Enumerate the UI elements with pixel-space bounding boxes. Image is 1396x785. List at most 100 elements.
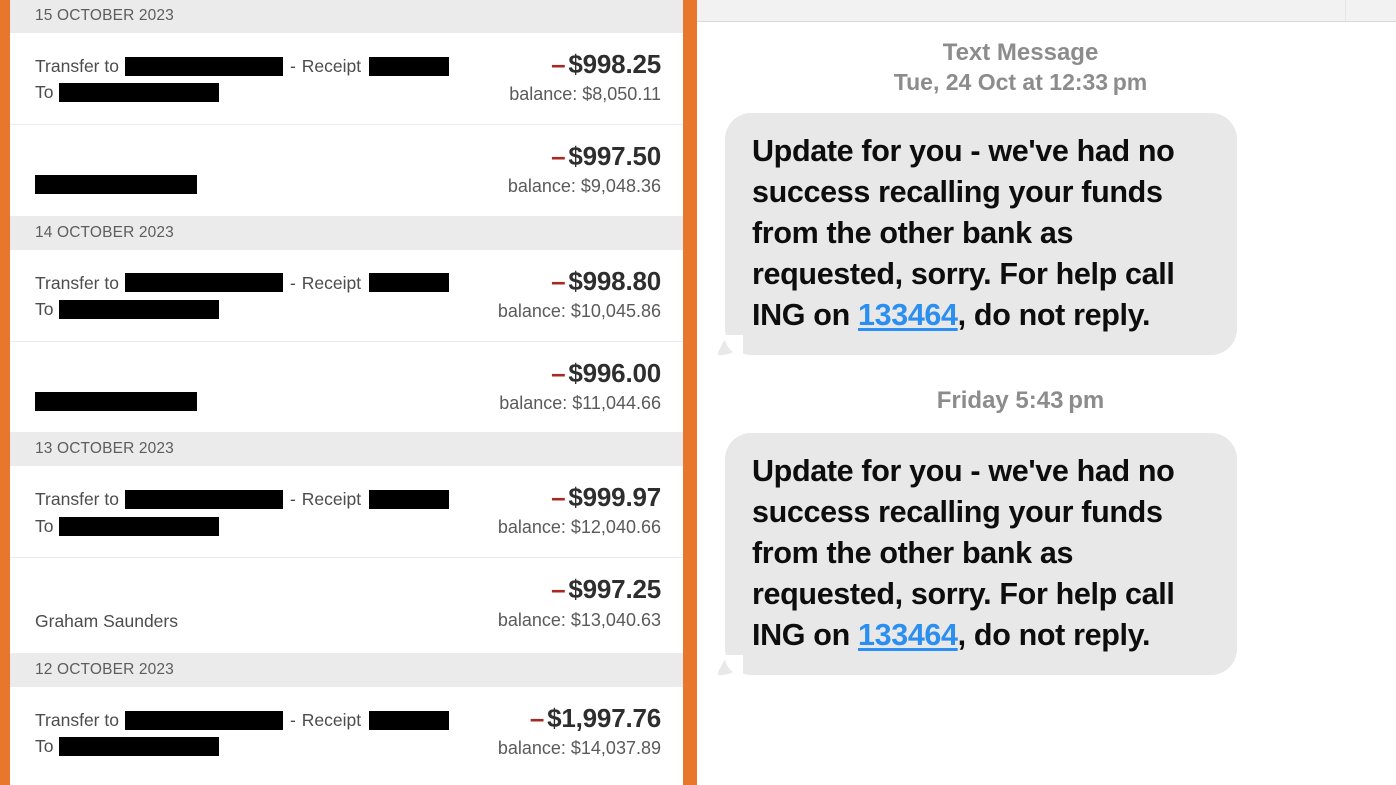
- to-label: To: [35, 82, 54, 103]
- amount-value: $998.25: [568, 48, 661, 79]
- minus-sign: –: [551, 48, 566, 79]
- message-text-after-link: , do not reply.: [957, 298, 1151, 333]
- transaction-amount: – $997.25: [498, 575, 661, 604]
- minus-sign: –: [551, 141, 566, 171]
- separator-dash: -: [289, 55, 296, 76]
- message-text: Update for you - we've had no success re…: [752, 134, 1175, 332]
- separator-dash: -: [289, 272, 296, 293]
- table-row[interactable]: – $996.00 balance: $11,044.66: [10, 341, 683, 434]
- transaction-values: – $998.80 balance: $10,045.86: [482, 265, 661, 323]
- transaction-amount: – $1,997.76: [498, 702, 661, 733]
- transfer-label: Transfer to: [35, 55, 119, 76]
- amount-value: $998.80: [568, 265, 661, 296]
- table-row[interactable]: Transfer to - Receipt To – $998.80 balan…: [10, 249, 683, 342]
- date-header: 12 OCTOBER 2023: [10, 654, 683, 687]
- amount-value: $999.97: [568, 482, 661, 513]
- receipt-label: Receipt: [301, 489, 362, 510]
- transaction-description: Transfer to - Receipt To: [35, 267, 482, 323]
- message-datetime: Tue, 24 Oct at 12:33 pm: [893, 68, 1148, 95]
- transaction-values: – $996.00 balance: $11,044.66: [483, 357, 661, 415]
- transaction-amount: – $998.80: [498, 265, 661, 296]
- transfer-label: Transfer to: [35, 709, 119, 730]
- receipt-label: Receipt: [301, 55, 362, 76]
- sms-status-bar: [697, 0, 1396, 22]
- separator-dash: -: [289, 489, 296, 510]
- separator-dash: -: [289, 709, 296, 730]
- transaction-amount: – $996.00: [499, 357, 661, 388]
- transaction-amount: – $997.50: [508, 141, 661, 171]
- minus-sign: –: [551, 265, 566, 296]
- receipt-label: Receipt: [301, 709, 362, 730]
- table-row[interactable]: Transfer to - Receipt To – $1,997.76 bal…: [10, 686, 683, 778]
- transaction-values: – $1,997.76 balance: $14,037.89: [482, 702, 661, 760]
- transaction-amount: – $999.97: [498, 483, 661, 512]
- transaction-values: – $997.25 balance: $13,040.63: [482, 575, 661, 631]
- redaction-bar-to: [59, 516, 220, 536]
- minus-sign: –: [551, 482, 566, 513]
- message-timestamp: Text Message Tue, 24 Oct at 12:33 pm: [707, 38, 1386, 96]
- redaction-bar-payee: [124, 273, 283, 293]
- status-bar-divider: [1345, 0, 1346, 21]
- transaction-description: [35, 359, 483, 411]
- transfer-label: Transfer to: [35, 489, 119, 510]
- transaction-description: Transfer to - Receipt To: [35, 483, 482, 539]
- phone-number-link[interactable]: 133464: [858, 618, 958, 652]
- transaction-description: Transfer to - Receipt To: [35, 50, 493, 106]
- screenshot-root: 15 OCTOBER 2023 Transfer to - Receipt To: [0, 0, 1396, 785]
- amount-value: $997.50: [568, 141, 661, 171]
- message-timestamp: Friday 5:43 pm: [707, 386, 1386, 416]
- message-type-label: Text Message: [942, 39, 1099, 66]
- transaction-amount: – $998.25: [509, 48, 661, 79]
- sms-panel: Text Message Tue, 24 Oct at 12:33 pm Upd…: [697, 0, 1396, 785]
- date-header: 14 OCTOBER 2023: [10, 216, 683, 250]
- running-balance: balance: $8,050.11: [509, 83, 661, 104]
- transaction-values: – $998.25 balance: $8,050.11: [493, 48, 661, 106]
- message-text: Update for you - we've had no success re…: [752, 454, 1175, 652]
- redaction-bar-to: [59, 83, 220, 103]
- amount-value: $997.25: [568, 574, 661, 605]
- message-row: Update for you - we've had no success re…: [707, 433, 1386, 676]
- transaction-description: [35, 142, 492, 194]
- transaction-description: Transfer to - Receipt To: [35, 704, 482, 760]
- message-bubble-incoming[interactable]: Update for you - we've had no success re…: [725, 113, 1237, 356]
- redaction-bar-receipt: [369, 273, 450, 293]
- redaction-bar-receipt: [369, 710, 450, 730]
- to-label: To: [35, 736, 54, 757]
- redaction-bar-to: [59, 299, 220, 319]
- table-row[interactable]: Transfer to - Receipt To – $999.97 balan…: [10, 466, 683, 559]
- amount-value: $996.00: [568, 357, 661, 388]
- transfer-label: Transfer to: [35, 272, 119, 293]
- redaction-bar-payee: [124, 56, 283, 76]
- redaction-bar-payee: [124, 490, 283, 510]
- minus-sign: –: [529, 702, 545, 733]
- message-bubble-incoming[interactable]: Update for you - we've had no success re…: [725, 433, 1237, 676]
- transaction-values: – $997.50 balance: $9,048.36: [492, 141, 661, 198]
- minus-sign: –: [551, 357, 566, 388]
- redaction-bar-payee: [35, 391, 197, 411]
- phone-number-link[interactable]: 133464: [858, 298, 958, 332]
- redaction-bar-to: [59, 737, 220, 757]
- date-header: 13 OCTOBER 2023: [10, 433, 683, 467]
- transaction-description: Graham Saunders: [35, 575, 482, 635]
- sms-thread[interactable]: Text Message Tue, 24 Oct at 12:33 pm Upd…: [697, 38, 1396, 676]
- to-label: To: [35, 299, 54, 320]
- running-balance: balance: $9,048.36: [507, 176, 661, 197]
- transaction-values: – $999.97 balance: $12,040.66: [482, 483, 661, 539]
- minus-sign: –: [551, 574, 566, 605]
- message-datetime: Friday 5:43 pm: [936, 387, 1105, 415]
- message-text-after-link: , do not reply.: [957, 618, 1151, 653]
- bank-statement-panel: 15 OCTOBER 2023 Transfer to - Receipt To: [0, 0, 697, 785]
- table-row[interactable]: Graham Saunders – $997.25 balance: $13,04…: [10, 558, 683, 654]
- transaction-list[interactable]: 15 OCTOBER 2023 Transfer to - Receipt To: [10, 0, 683, 785]
- running-balance: balance: $12,040.66: [497, 517, 661, 538]
- running-balance: balance: $11,044.66: [499, 392, 661, 413]
- amount-value: $1,997.76: [547, 702, 661, 733]
- to-label: To: [35, 515, 54, 536]
- payee-name: Graham Saunders: [35, 611, 178, 632]
- table-row[interactable]: Transfer to - Receipt To – $998.25 balan…: [10, 32, 683, 125]
- receipt-label: Receipt: [301, 272, 362, 293]
- table-row[interactable]: – $997.50 balance: $9,048.36: [10, 125, 683, 217]
- redaction-bar-payee: [35, 175, 197, 194]
- date-header: 15 OCTOBER 2023: [10, 0, 683, 33]
- running-balance: balance: $10,045.86: [497, 300, 661, 321]
